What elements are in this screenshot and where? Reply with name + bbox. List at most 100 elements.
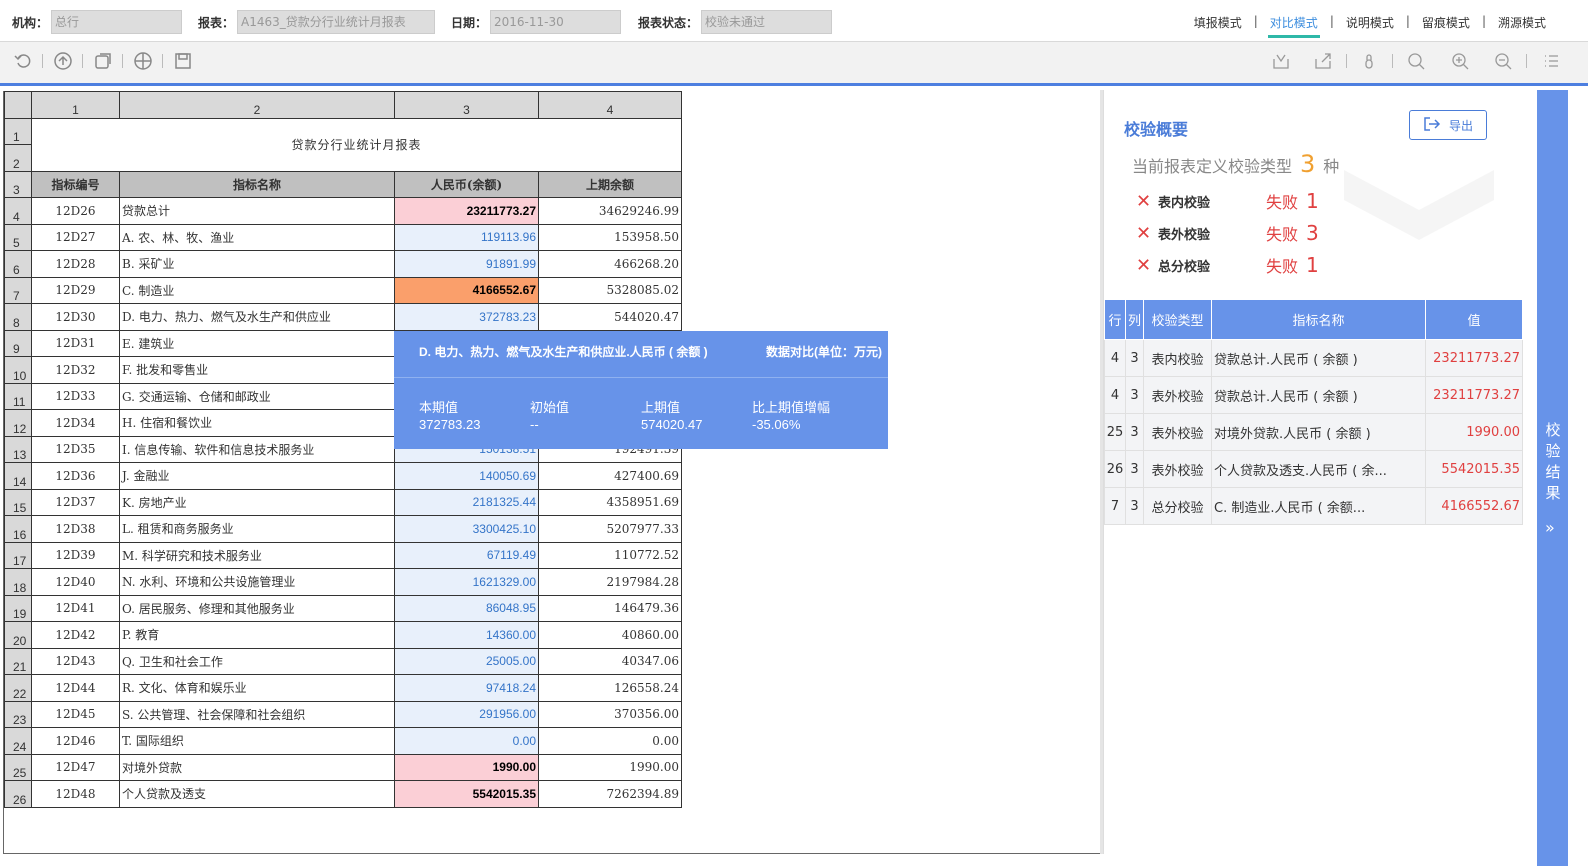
mode-compare[interactable]: 对比模式: [1267, 14, 1320, 38]
rmb-balance-cell[interactable]: 140050.69: [394, 462, 539, 490]
indicator-code-cell[interactable]: 12D44: [31, 674, 120, 702]
search-icon[interactable]: [1403, 48, 1429, 74]
previous-balance-cell[interactable]: 40347.06: [538, 647, 682, 675]
row-header[interactable]: 12: [4, 409, 32, 437]
indicator-code-cell[interactable]: 12D39: [31, 541, 120, 569]
row-header[interactable]: 3: [4, 170, 32, 198]
validation-result-tab[interactable]: 校验结果 »: [1537, 90, 1568, 866]
indicator-code-cell[interactable]: 12D38: [31, 515, 120, 543]
indicator-code-cell[interactable]: 12D36: [31, 462, 120, 490]
previous-balance-cell[interactable]: 4358951.69: [538, 488, 682, 516]
refresh-icon[interactable]: [50, 48, 76, 74]
indicator-name-cell[interactable]: C. 制造业: [119, 276, 395, 304]
previous-balance-cell[interactable]: 146479.36: [538, 594, 682, 622]
row-header[interactable]: 26: [4, 780, 32, 808]
indicator-code-cell[interactable]: 12D28: [31, 250, 120, 278]
previous-balance-cell[interactable]: 427400.69: [538, 462, 682, 490]
row-header[interactable]: 25: [4, 753, 32, 781]
rmb-balance-cell[interactable]: 119113.96: [394, 223, 539, 251]
indicator-code-cell[interactable]: 12D41: [31, 594, 120, 622]
rmb-balance-cell[interactable]: 1990.00: [394, 753, 539, 781]
indicator-code-cell[interactable]: 12D34: [31, 409, 120, 437]
indicator-name-cell[interactable]: N. 水利、环境和公共设施管理业: [119, 568, 395, 596]
row-header[interactable]: 19: [4, 594, 32, 622]
target-icon[interactable]: [130, 48, 156, 74]
indicator-code-cell[interactable]: 12D40: [31, 568, 120, 596]
row-header[interactable]: 6: [4, 250, 32, 278]
indicator-code-cell[interactable]: 12D32: [31, 356, 120, 384]
org-field[interactable]: 总行: [51, 10, 183, 34]
indicator-code-cell[interactable]: 12D46: [31, 727, 120, 755]
rmb-balance-cell[interactable]: 372783.23: [394, 303, 539, 331]
indicator-code-cell[interactable]: 12D35: [31, 435, 120, 463]
indicator-code-cell[interactable]: 12D27: [31, 223, 120, 251]
check-name[interactable]: 表外校验: [1158, 224, 1210, 243]
results-header[interactable]: 指标名称: [1211, 299, 1426, 340]
indicator-code-cell[interactable]: 12D33: [31, 382, 120, 410]
col-header[interactable]: 2: [119, 91, 395, 119]
check-name[interactable]: 表内校验: [1158, 192, 1210, 211]
indicator-name-cell[interactable]: F. 批发和零售业: [119, 356, 395, 384]
previous-balance-cell[interactable]: 1990.00: [538, 753, 682, 781]
indicator-code-cell[interactable]: 12D48: [31, 780, 120, 808]
indicator-name-cell[interactable]: E. 建筑业: [119, 329, 395, 357]
previous-balance-cell[interactable]: 110772.52: [538, 541, 682, 569]
col-header[interactable]: 4: [538, 91, 682, 119]
share-icon[interactable]: [1310, 48, 1336, 74]
row-header[interactable]: 22: [4, 674, 32, 702]
indicator-name-cell[interactable]: D. 电力、热力、燃气及水生产和供应业: [119, 303, 395, 331]
indicator-code-cell[interactable]: 12D26: [31, 197, 120, 225]
indicator-name-cell[interactable]: P. 教育: [119, 621, 395, 649]
row-header[interactable]: 16: [4, 515, 32, 543]
indicator-name-cell[interactable]: H. 住宿和餐饮业: [119, 409, 395, 437]
rmb-balance-cell[interactable]: 67119.49: [394, 541, 539, 569]
rmb-balance-cell[interactable]: 14360.00: [394, 621, 539, 649]
lock-icon[interactable]: [1356, 48, 1382, 74]
indicator-code-cell[interactable]: 12D43: [31, 647, 120, 675]
indicator-name-cell[interactable]: R. 文化、体育和娱乐业: [119, 674, 395, 702]
rmb-balance-cell[interactable]: 0.00: [394, 727, 539, 755]
col-header[interactable]: 3: [394, 91, 539, 119]
rmb-balance-cell[interactable]: 5542015.35: [394, 780, 539, 808]
row-header[interactable]: 4: [4, 197, 32, 225]
row-header[interactable]: 7: [4, 276, 32, 304]
row-header[interactable]: 20: [4, 621, 32, 649]
indicator-code-cell[interactable]: 12D30: [31, 303, 120, 331]
row-header[interactable]: 18: [4, 568, 32, 596]
indicator-name-cell[interactable]: 个人贷款及透支: [119, 780, 395, 808]
rmb-balance-cell[interactable]: 2181325.44: [394, 488, 539, 516]
expand-arrow-icon[interactable]: »: [1545, 518, 1555, 537]
previous-balance-cell[interactable]: 126558.24: [538, 674, 682, 702]
row-header[interactable]: 1: [4, 117, 32, 145]
previous-balance-cell[interactable]: 40860.00: [538, 621, 682, 649]
zoom-in-icon[interactable]: [1447, 48, 1473, 74]
mode-source[interactable]: 溯源模式: [1496, 14, 1548, 38]
result-row[interactable]: 4 3 表外校验 贷款总计.人民币 ( 余额 ) 23211773.27: [1104, 376, 1523, 414]
results-header[interactable]: 校验类型: [1143, 299, 1212, 340]
results-header[interactable]: 列: [1125, 299, 1144, 340]
field-header[interactable]: 指标名称: [119, 170, 395, 198]
export-button[interactable]: 导出: [1409, 110, 1487, 140]
previous-balance-cell[interactable]: 544020.47: [538, 303, 682, 331]
results-header[interactable]: 行: [1104, 299, 1126, 340]
rmb-balance-cell[interactable]: 3300425.10: [394, 515, 539, 543]
import-icon[interactable]: [1268, 48, 1294, 74]
previous-balance-cell[interactable]: 34629246.99: [538, 197, 682, 225]
indicator-code-cell[interactable]: 12D45: [31, 700, 120, 728]
previous-balance-cell[interactable]: 370356.00: [538, 700, 682, 728]
result-row[interactable]: 7 3 总分校验 C. 制造业.人民币 ( 余额... 4166552.67: [1104, 487, 1523, 525]
indicator-name-cell[interactable]: O. 居民服务、修理和其他服务业: [119, 594, 395, 622]
indicator-name-cell[interactable]: T. 国际组织: [119, 727, 395, 755]
row-header[interactable]: 11: [4, 382, 32, 410]
indicator-code-cell[interactable]: 12D42: [31, 621, 120, 649]
col-header[interactable]: 1: [31, 91, 120, 119]
indicator-name-cell[interactable]: I. 信息传输、软件和信息技术服务业: [119, 435, 395, 463]
row-header[interactable]: 14: [4, 462, 32, 490]
rmb-balance-cell[interactable]: 23211773.27: [394, 197, 539, 225]
indicator-name-cell[interactable]: J. 金融业: [119, 462, 395, 490]
indicator-name-cell[interactable]: B. 采矿业: [119, 250, 395, 278]
field-header[interactable]: 指标编号: [31, 170, 120, 198]
indicator-code-cell[interactable]: 12D29: [31, 276, 120, 304]
indicator-code-cell[interactable]: 12D47: [31, 753, 120, 781]
row-header[interactable]: 17: [4, 541, 32, 569]
